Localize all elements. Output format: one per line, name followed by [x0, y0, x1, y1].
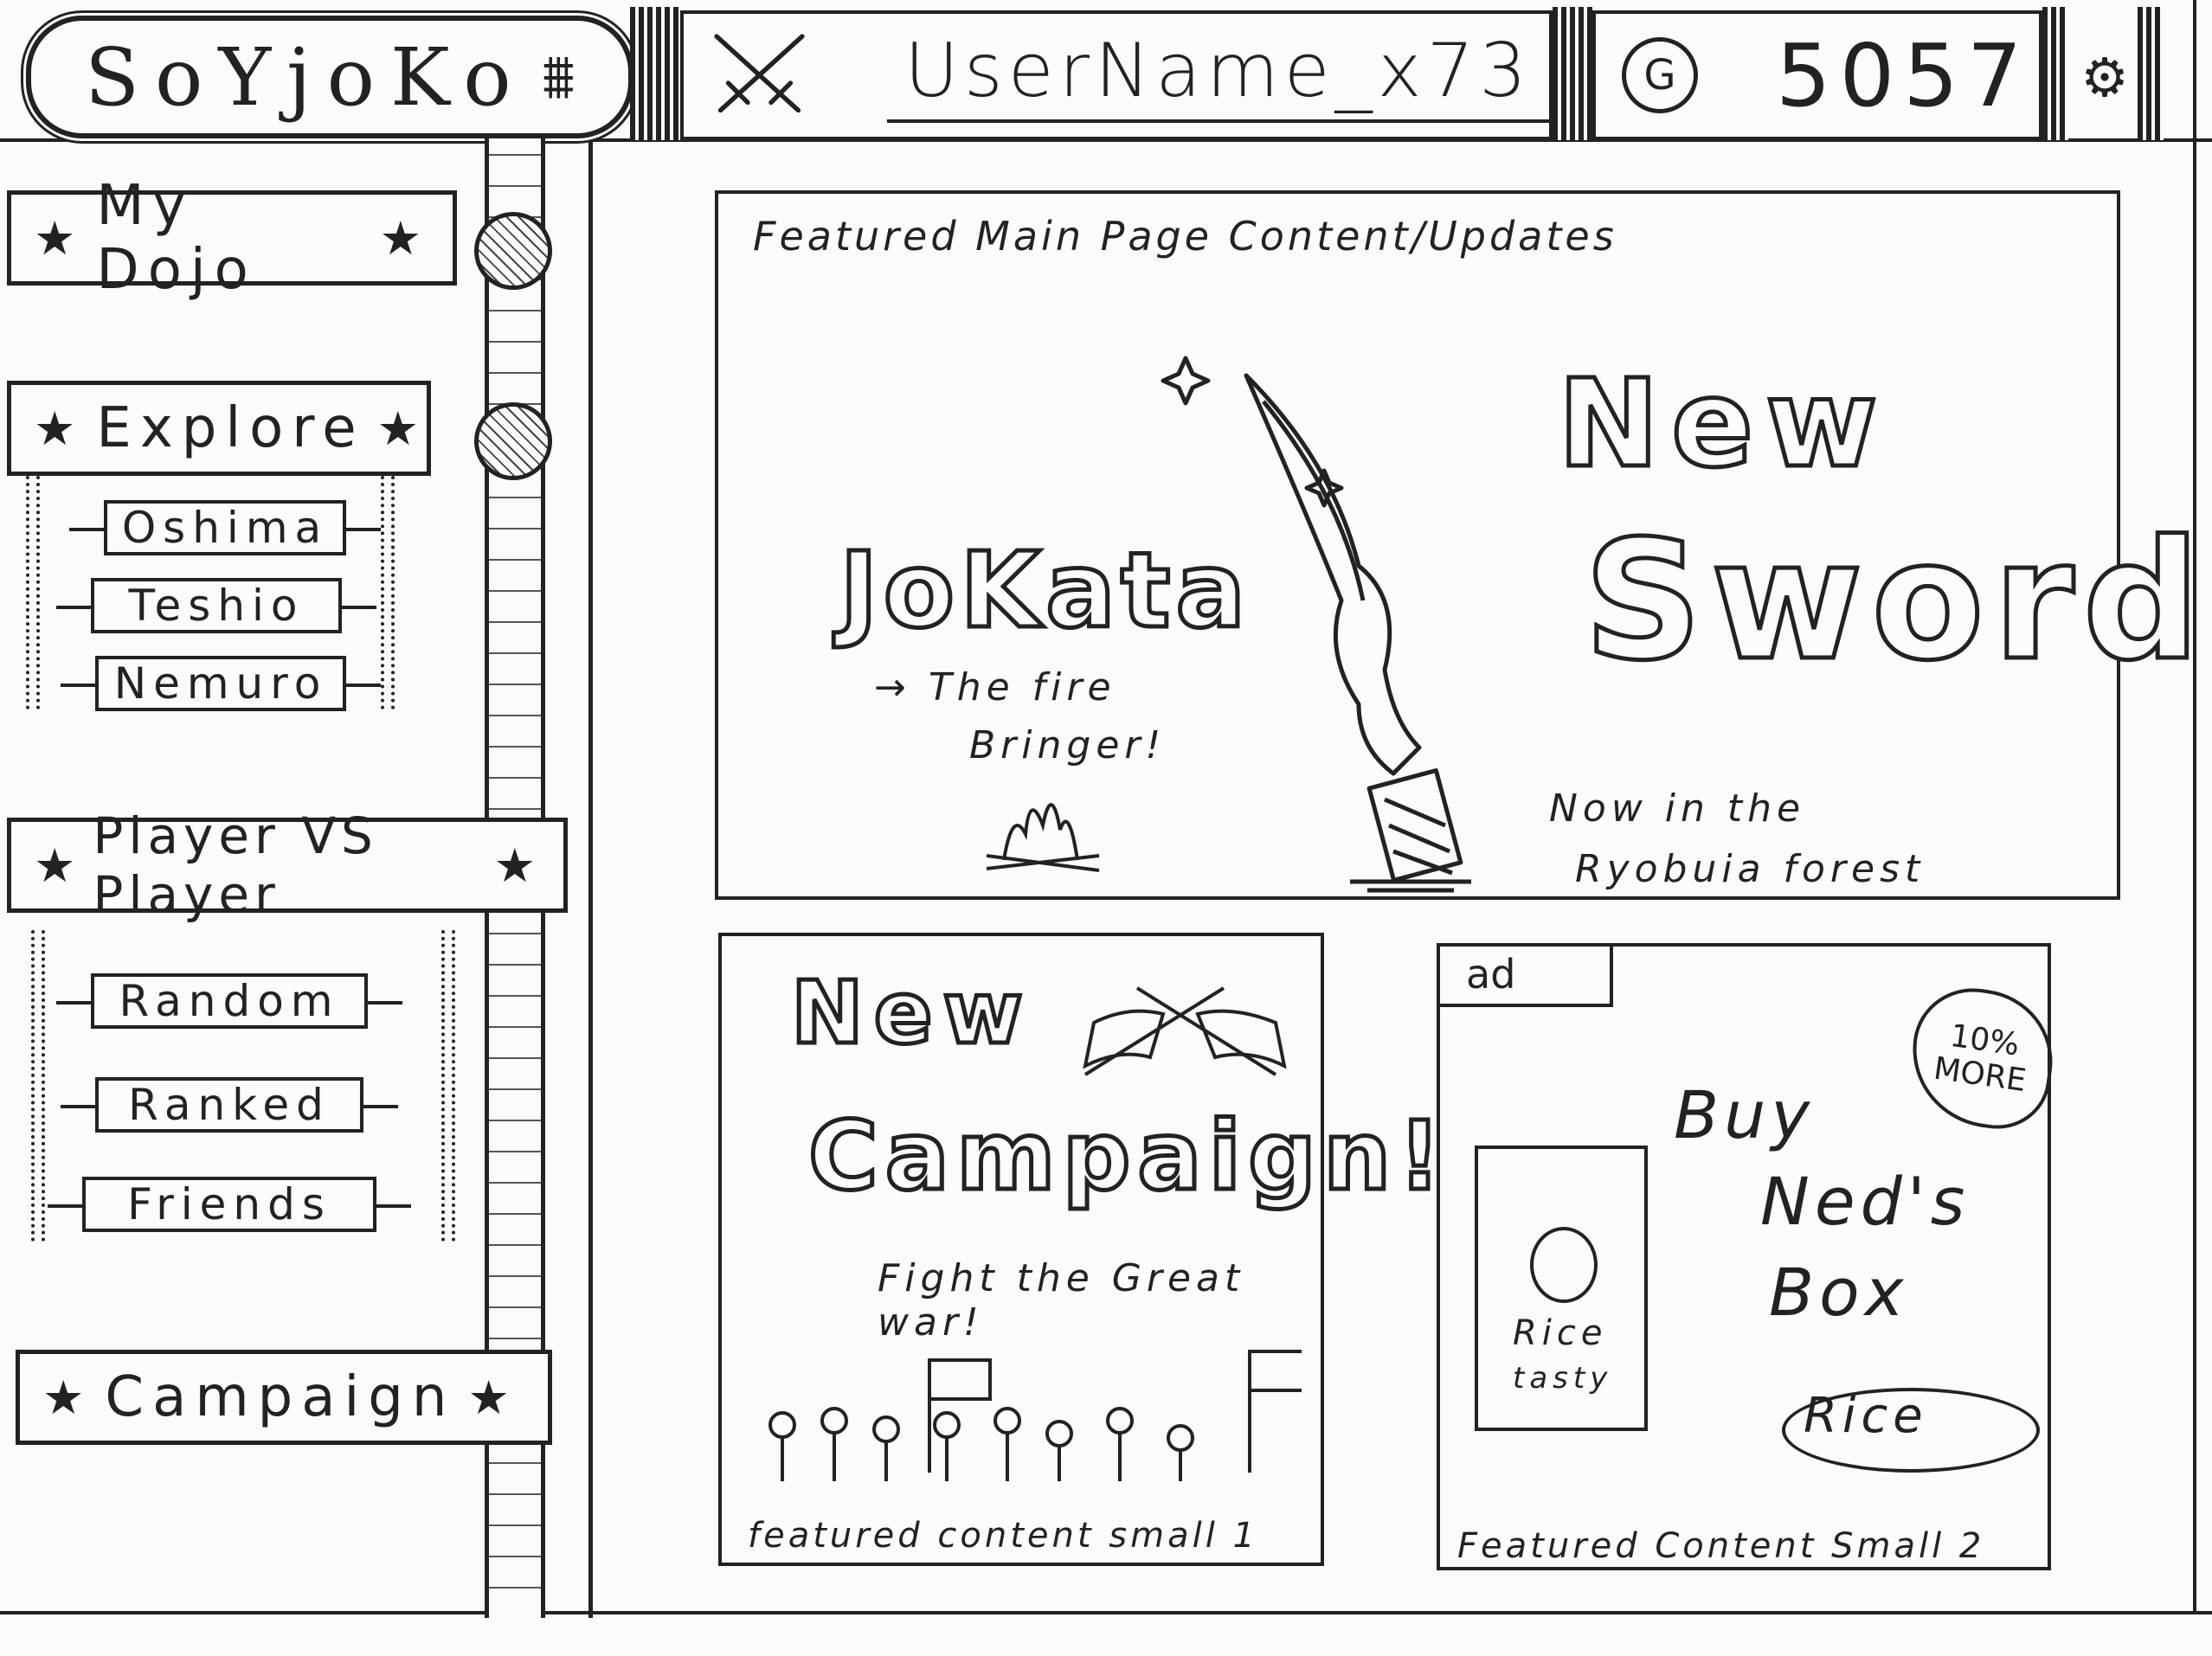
star-icon: ★ [376, 401, 428, 456]
featured-headline-2: Sword [1582, 504, 2209, 699]
featured-main-panel[interactable]: Featured Main Page Content/Updates JoKat… [715, 190, 2202, 900]
rope-right [381, 476, 395, 709]
sidebar-subitem-label: Oshima [121, 503, 329, 553]
campfire-icon [986, 803, 1100, 872]
header-hatch-mid [1553, 7, 1592, 140]
star-icon: ★ [467, 1370, 518, 1425]
sidebar-item-label: My Dojo [96, 174, 257, 302]
bonus-badge: 10% MORE [1902, 980, 2062, 1136]
sidebar-subitem-friends[interactable]: Friends [48, 1177, 411, 1232]
featured-headline-1: New [1555, 352, 1890, 497]
header-hatch-right [2042, 7, 2068, 140]
featured-subtitle-1: → The fire [874, 665, 1116, 709]
sidebar-subitem-label: Teshio [128, 581, 305, 631]
sidebar-item-label: Player VS Player [93, 806, 378, 924]
star-icon: ★ [34, 401, 85, 456]
sidebar-knob [474, 402, 552, 480]
star-icon: ★ [379, 210, 430, 266]
sidebar-item-explore[interactable]: ★ Explore ★ [7, 381, 431, 476]
featured-small-2-caption: Featured Content Small 2 [1457, 1526, 1985, 1566]
star-icon: ★ [42, 1370, 93, 1425]
sidebar-item-pvp[interactable]: ★ Player VS Player ★ [7, 806, 568, 924]
rice-box-illustration: Rice tasty [1475, 1146, 1648, 1431]
right-border [2193, 0, 2196, 1614]
ad-label: ad [1440, 947, 1613, 1007]
sidebar-subitem-teshio[interactable]: Teshio [56, 578, 376, 633]
star-icon: ★ [493, 838, 541, 893]
sidebar-subitem-random[interactable]: Random [56, 973, 402, 1029]
sidebar-knob [474, 212, 552, 290]
ad-line-2: Ned's [1760, 1163, 1971, 1240]
campaign-headline-1: New [789, 960, 1033, 1066]
logo-mark: ⩩ [542, 41, 576, 112]
sidebar-subitem-label: Random [119, 976, 340, 1026]
gold-balance-box: G 5057 [1592, 10, 2042, 140]
logo-text: SoYjoKo [84, 30, 527, 124]
sidebar-subitem-nemuro[interactable]: Nemuro [61, 656, 381, 711]
app-logo[interactable]: SoYjoKo ⩩ [26, 16, 633, 138]
flaming-sword-illustration [1161, 356, 1471, 893]
sidebar-item-campaign[interactable]: ★ Campaign ★ [16, 1350, 552, 1445]
sidebar-subitem-oshima[interactable]: Oshima [69, 500, 381, 555]
campaign-headline-2: Campaign! [806, 1099, 1449, 1214]
ad-line-3: Box [1769, 1254, 1909, 1331]
rice-box-label-1: Rice [1513, 1313, 1608, 1353]
sidebar-subitem-label: Ranked [128, 1080, 331, 1130]
rope-left [26, 476, 40, 709]
header-hatch-far-right [2138, 7, 2164, 140]
user-profile-box[interactable]: UserName_x73 [680, 10, 1553, 140]
rope-right [441, 930, 455, 1242]
rice-bowl-label: Rice [1804, 1388, 1928, 1444]
coin-icon: G [1622, 37, 1698, 113]
sidebar-divider [588, 138, 593, 1618]
username: UserName_x73 [886, 28, 1549, 123]
gold-amount: 5057 [1776, 24, 2031, 126]
footer-divider [0, 1611, 2212, 1614]
featured-small-2-panel[interactable]: ad 10% MORE Buy Ned's Box Rice tasty Ric… [1437, 943, 2062, 1570]
campaign-tagline: Fight the Great war! [878, 1256, 1245, 1345]
ad-line-1: Buy [1674, 1076, 1816, 1153]
crossed-swords-icon [714, 34, 805, 113]
army-illustration [768, 1350, 1302, 1481]
rope-left [31, 930, 45, 1242]
sidebar-subitem-ranked[interactable]: Ranked [61, 1077, 398, 1133]
rice-box-label-2: tasty [1513, 1361, 1613, 1396]
featured-small-1-panel[interactable]: New Campaign! Fight the Great war! featu… [718, 933, 1444, 1566]
featured-main-caption: Featured Main Page Content/Updates [753, 213, 1617, 260]
crossed-flags-icon [1083, 986, 1287, 1076]
sidebar-item-label: Campaign [105, 1365, 456, 1429]
rice-box-logo [1530, 1227, 1598, 1303]
featured-small-1-caption: featured content small 1 [748, 1516, 1258, 1556]
sidebar-subitem-label: Nemuro [113, 658, 328, 709]
featured-note-2: Ryobuia forest [1575, 847, 1926, 891]
sidebar-item-label: Explore [96, 396, 365, 460]
gear-icon[interactable]: ⚙ [2079, 51, 2131, 105]
star-icon: ★ [34, 838, 81, 893]
star-icon: ★ [34, 210, 85, 266]
featured-note-1: Now in the [1549, 786, 1806, 831]
header-hatch-left [630, 7, 680, 140]
sidebar-item-my-dojo[interactable]: ★ My Dojo ★ [7, 174, 457, 302]
sidebar-subitem-label: Friends [127, 1179, 331, 1229]
